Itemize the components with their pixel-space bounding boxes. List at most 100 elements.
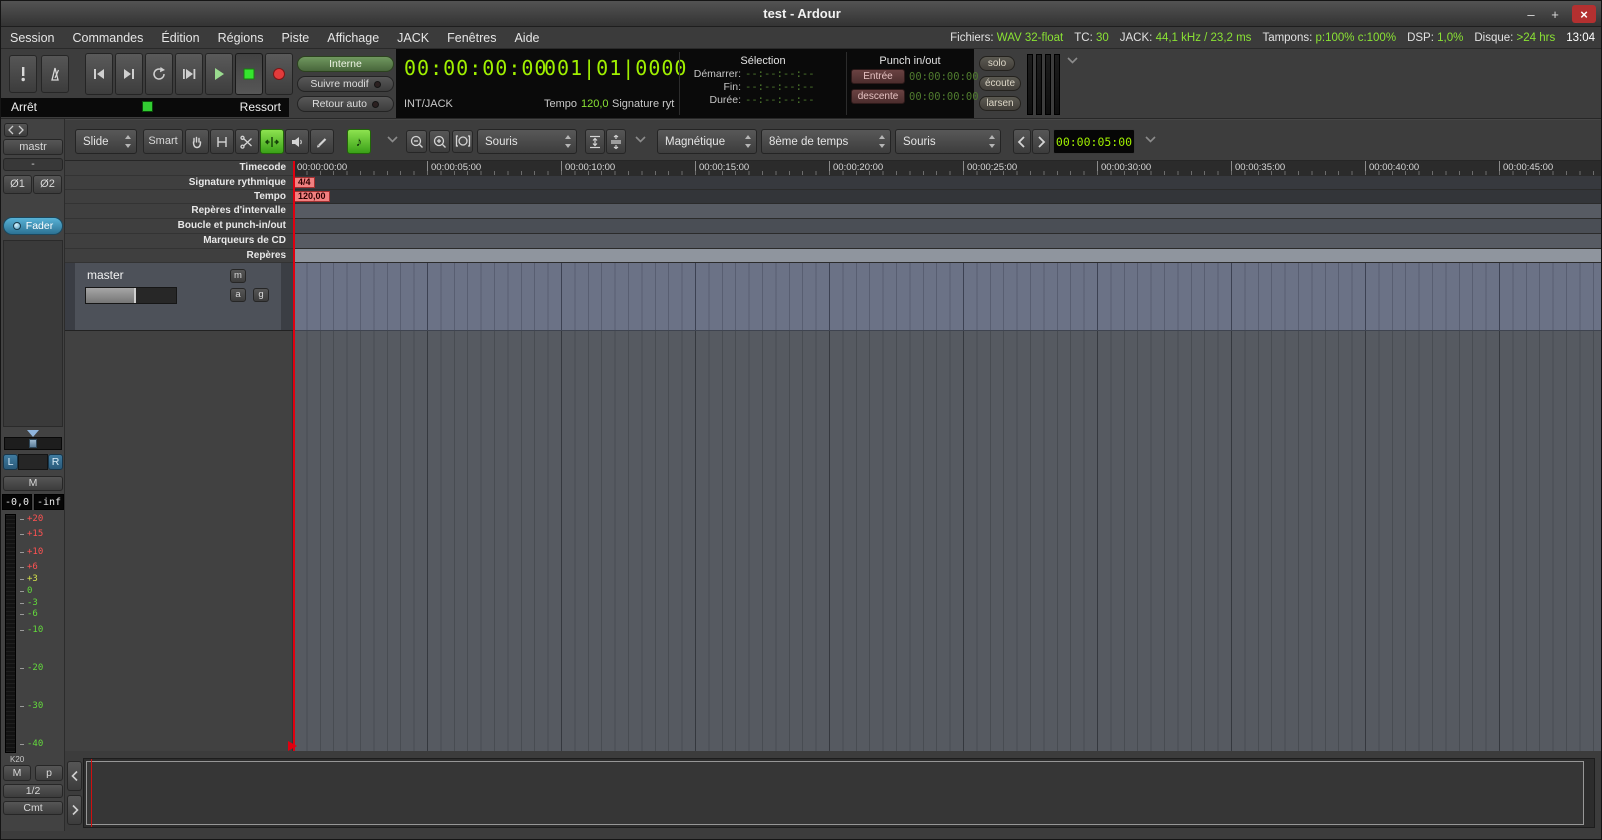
tool-grab-button[interactable] — [185, 129, 209, 154]
tool-note-edit-button[interactable]: ♪ — [347, 129, 371, 154]
ruler-lane-cd-markers[interactable] — [293, 234, 1601, 249]
playhead-grab-handle[interactable] — [288, 741, 297, 751]
canvas-empty-area[interactable] — [293, 331, 1601, 751]
secondary-clock[interactable]: 001|01|0000 — [544, 56, 687, 80]
pan-slider-handle[interactable] — [29, 439, 37, 448]
track-gain-fader[interactable] — [85, 287, 177, 304]
menu-jack[interactable]: JACK — [388, 31, 438, 45]
metering-p-button[interactable]: p — [35, 765, 63, 781]
pan-left-button[interactable]: L — [3, 454, 18, 470]
menu-session[interactable]: Session — [1, 31, 63, 45]
shuttle-control[interactable]: Arrêt Ressort — [1, 98, 289, 117]
punch-out-button[interactable]: descente — [851, 89, 905, 104]
metering-m-button[interactable]: M — [3, 765, 31, 781]
play-button[interactable] — [205, 53, 233, 95]
midi-panic-button[interactable] — [9, 55, 37, 93]
zoom-out-button[interactable] — [406, 130, 427, 153]
chevron-down-icon[interactable] — [1145, 136, 1156, 143]
meter-marker[interactable]: 4/4 — [294, 177, 315, 188]
chevron-down-icon[interactable] — [387, 136, 398, 143]
zoom-in-button[interactable] — [429, 130, 450, 153]
chevron-down-icon[interactable] — [1067, 57, 1078, 64]
comments-button[interactable]: Cmt — [3, 801, 63, 815]
chevron-down-icon[interactable] — [635, 136, 646, 143]
goto-end-button[interactable] — [115, 53, 143, 95]
smart-mode-button[interactable]: Smart — [143, 129, 183, 154]
feedback-button[interactable]: larsen — [979, 96, 1021, 111]
zoom-focus-combo[interactable]: Souris — [477, 129, 577, 154]
menu-aide[interactable]: Aide — [505, 31, 548, 45]
edit-mode-combo[interactable]: Slide — [75, 129, 137, 154]
sync-source-button[interactable]: Interne — [297, 56, 394, 72]
expand-tracks-button[interactable] — [606, 129, 626, 154]
ruler-lane-tempo[interactable]: 120,00 — [293, 190, 1601, 204]
input-2-button[interactable]: Ø2 — [33, 175, 62, 194]
punch-in-button[interactable]: Entrée — [851, 69, 905, 84]
track-name[interactable]: master — [87, 268, 124, 282]
zoom-fit-button[interactable] — [452, 130, 473, 153]
selection-end-value[interactable]: --:--:--:-- — [745, 81, 815, 93]
channel-button[interactable]: 1/2 — [3, 784, 63, 798]
tool-cut-button[interactable] — [235, 129, 259, 154]
mixer-strip-toggle-button[interactable] — [4, 123, 28, 137]
menu-affichage[interactable]: Affichage — [318, 31, 388, 45]
session-summary-pane[interactable] — [83, 758, 1595, 828]
nudge-back-button[interactable] — [1013, 129, 1031, 154]
gain-display[interactable]: -0,0 — [2, 494, 32, 510]
shrink-tracks-button[interactable] — [585, 129, 605, 154]
master-track-lane[interactable] — [293, 263, 1601, 331]
click-metronome-button[interactable] — [41, 55, 69, 93]
loop-button[interactable] — [145, 53, 173, 95]
summary-view-rectangle[interactable] — [86, 761, 1584, 825]
tool-draw-button[interactable] — [310, 129, 334, 154]
track-automation-button[interactable]: a — [230, 288, 246, 302]
peak-display[interactable]: -inf — [34, 494, 64, 510]
strip-group-button[interactable]: - — [3, 158, 63, 171]
auto-return-button[interactable]: Retour auto — [297, 96, 394, 112]
snap-unit-combo[interactable]: 8ème de temps — [761, 129, 891, 154]
input-1-button[interactable]: Ø1 — [3, 175, 32, 194]
strip-mute-button[interactable]: M — [3, 476, 63, 491]
nudge-forward-button[interactable] — [1032, 129, 1050, 154]
stop-button[interactable] — [235, 53, 263, 95]
ruler-lane-markers[interactable] — [293, 249, 1601, 263]
meter-type-label[interactable]: K20 — [10, 755, 24, 764]
tool-stretch-button[interactable] — [260, 129, 284, 154]
punch-out-time[interactable]: 00:00:00:00 — [909, 91, 979, 103]
summary-scroll-left-button[interactable] — [67, 761, 82, 791]
close-button[interactable]: × — [1572, 5, 1596, 23]
menu-piste[interactable]: Piste — [272, 31, 318, 45]
fader-automation-button[interactable]: Fader — [3, 217, 63, 235]
primary-clock[interactable]: 00:00:00:00 — [404, 56, 547, 80]
tool-audition-button[interactable] — [285, 129, 309, 154]
menu-regions[interactable]: Régions — [209, 31, 273, 45]
follow-edits-button[interactable]: Suivre modif — [297, 76, 394, 92]
ruler-lane-ranges[interactable] — [293, 204, 1601, 219]
selection-length-value[interactable]: --:--:--:-- — [745, 94, 815, 106]
record-button[interactable] — [265, 53, 293, 95]
play-range-button[interactable] — [175, 53, 203, 95]
track-group-button[interactable]: g — [253, 288, 269, 302]
punch-in-time[interactable]: 00:00:00:00 — [909, 71, 979, 83]
maximize-button[interactable]: + — [1545, 5, 1565, 23]
master-track-header[interactable]: master m a g — [65, 263, 293, 331]
ruler-lane-meter[interactable]: 4/4 — [293, 176, 1601, 190]
ruler-lane-loop-punch[interactable] — [293, 219, 1601, 234]
monitor-button[interactable]: écoute — [979, 76, 1021, 91]
solo-button[interactable]: solo — [979, 56, 1015, 71]
selection-start-value[interactable]: --:--:--:-- — [745, 68, 815, 80]
processor-box[interactable] — [3, 240, 63, 427]
tempo-value[interactable]: 120,0 — [581, 98, 609, 110]
track-edge-strip[interactable] — [281, 263, 293, 330]
ruler-lane-timecode[interactable]: 00:00:00:00 00:00:05:00 00:00:10:00 00:0… — [293, 161, 1601, 176]
shuttle-marker[interactable] — [142, 101, 153, 112]
nudge-clock[interactable]: 00:00:05:00 — [1053, 129, 1135, 154]
goto-start-button[interactable] — [85, 53, 113, 95]
menu-fenetres[interactable]: Fenêtres — [438, 31, 505, 45]
pan-right-button[interactable]: R — [48, 454, 63, 470]
tool-range-button[interactable] — [210, 129, 234, 154]
menu-commandes[interactable]: Commandes — [63, 31, 152, 45]
strip-name-button[interactable]: mastr — [3, 139, 63, 155]
snap-mode-combo[interactable]: Magnétique — [657, 129, 757, 154]
tempo-marker[interactable]: 120,00 — [294, 191, 330, 202]
